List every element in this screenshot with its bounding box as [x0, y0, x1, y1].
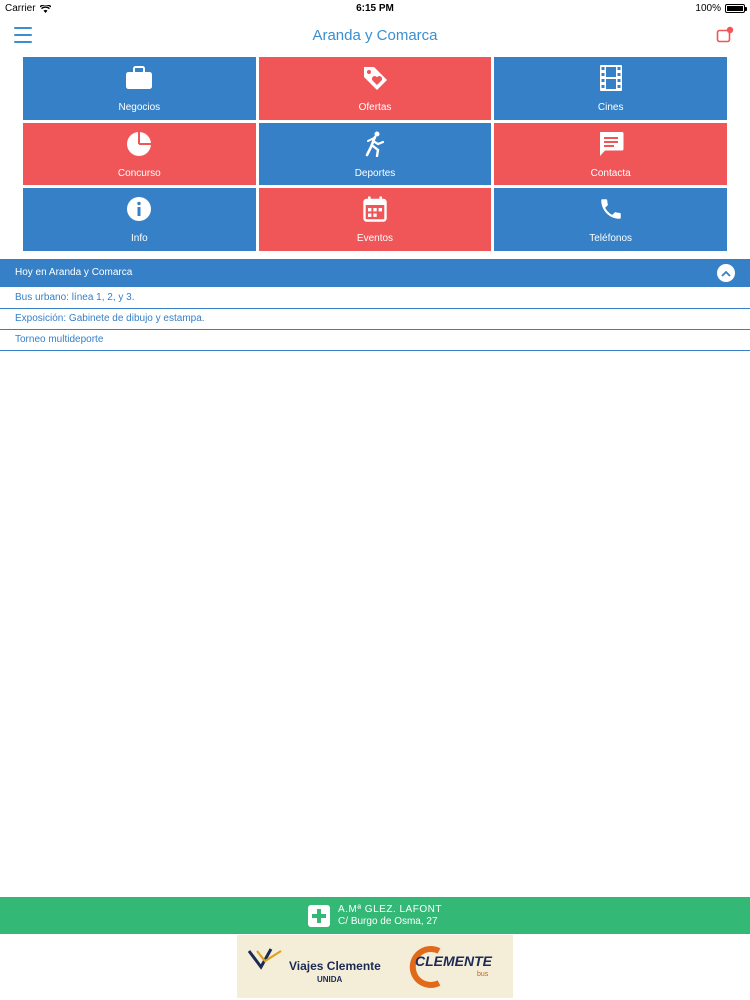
battery-icon: [725, 4, 747, 13]
battery-percent: 100%: [695, 3, 721, 14]
status-time: 6:15 PM: [356, 3, 394, 14]
tile-label: Ofertas: [358, 102, 392, 113]
page-title: Aranda y Comarca: [312, 27, 438, 44]
navigation-bar: Aranda y Comarca: [0, 16, 750, 56]
list-item[interactable]: Bus urbano: línea 1, 2, y 3.: [0, 288, 750, 309]
tile-label: Info: [130, 233, 148, 245]
on-duty-pharmacy-banner[interactable]: A.Mª GLEZ. LAFONT C/ Burgo de Osma, 27: [0, 897, 750, 934]
tile-label: Teléfonos: [589, 233, 633, 245]
tile-concurso[interactable]: Concurso: [23, 122, 256, 186]
list-item[interactable]: Exposición: Gabinete de dibujo y estampa…: [0, 309, 750, 330]
tile-label: Eventos: [356, 233, 394, 245]
runner-icon: [365, 131, 385, 157]
viajes-clemente-logo-icon: [247, 948, 282, 970]
tag-heart-icon: [363, 67, 387, 90]
phone-icon: [600, 199, 621, 220]
ad-brand-left-sub: UNIDA: [317, 975, 343, 984]
briefcase-icon: [126, 66, 153, 89]
battery-level-fill: [727, 6, 743, 11]
notifications-icon[interactable]: [716, 26, 734, 44]
pharmacy-cross-icon: [308, 904, 331, 927]
pharmacy-details: A.Mª GLEZ. LAFONT C/ Burgo de Osma, 27: [338, 904, 442, 928]
tile-contacta[interactable]: Contacta: [494, 122, 727, 186]
section-title: Hoy en Aranda y Comarca: [15, 267, 133, 278]
today-event-list: Bus urbano: línea 1, 2, y 3. Exposición:…: [0, 288, 750, 351]
tile-cines[interactable]: Cines: [494, 57, 727, 120]
tile-ofertas[interactable]: Ofertas: [258, 57, 492, 120]
film-icon: [599, 65, 622, 91]
tile-label: Concurso: [117, 167, 161, 179]
pie-chart-icon: [127, 131, 152, 156]
chat-icon: [599, 131, 624, 156]
status-bar: Carrier 6:15 PM 100%: [0, 0, 750, 16]
tile-label: Negocios: [118, 102, 161, 113]
tile-deportes[interactable]: Deportes: [258, 122, 492, 186]
today-section-header[interactable]: Hoy en Aranda y Comarca: [0, 259, 750, 287]
ad-brand-right: CLEMENTE: [415, 953, 492, 969]
info-icon: [127, 197, 152, 222]
battery-indicator: 100%: [695, 3, 747, 14]
tile-label: Deportes: [354, 167, 396, 179]
tile-negocios[interactable]: Negocios: [23, 57, 256, 120]
tile-label: Cines: [597, 102, 624, 113]
tile-info[interactable]: Info: [23, 188, 256, 251]
calendar-icon: [363, 196, 387, 223]
tile-label: Contacta: [590, 167, 631, 179]
ad-brand-right-sub: bus: [477, 971, 489, 978]
collapse-chevron-up-icon[interactable]: [717, 264, 735, 282]
advertisement-banner[interactable]: Viajes Clemente UNIDA CLEMENTE bus: [237, 935, 513, 998]
tile-eventos[interactable]: Eventos: [258, 188, 492, 251]
category-grid: Negocios Ofertas Cines Concurso Deportes…: [23, 57, 727, 251]
pharmacy-address: C/ Burgo de Osma, 27: [338, 915, 438, 927]
list-item[interactable]: Torneo multideporte: [0, 330, 750, 351]
tile-telefonos[interactable]: Teléfonos: [494, 188, 727, 251]
ad-brand-left: Viajes Clemente: [289, 959, 381, 973]
pharmacy-name: A.Mª GLEZ. LAFONT: [338, 903, 442, 915]
